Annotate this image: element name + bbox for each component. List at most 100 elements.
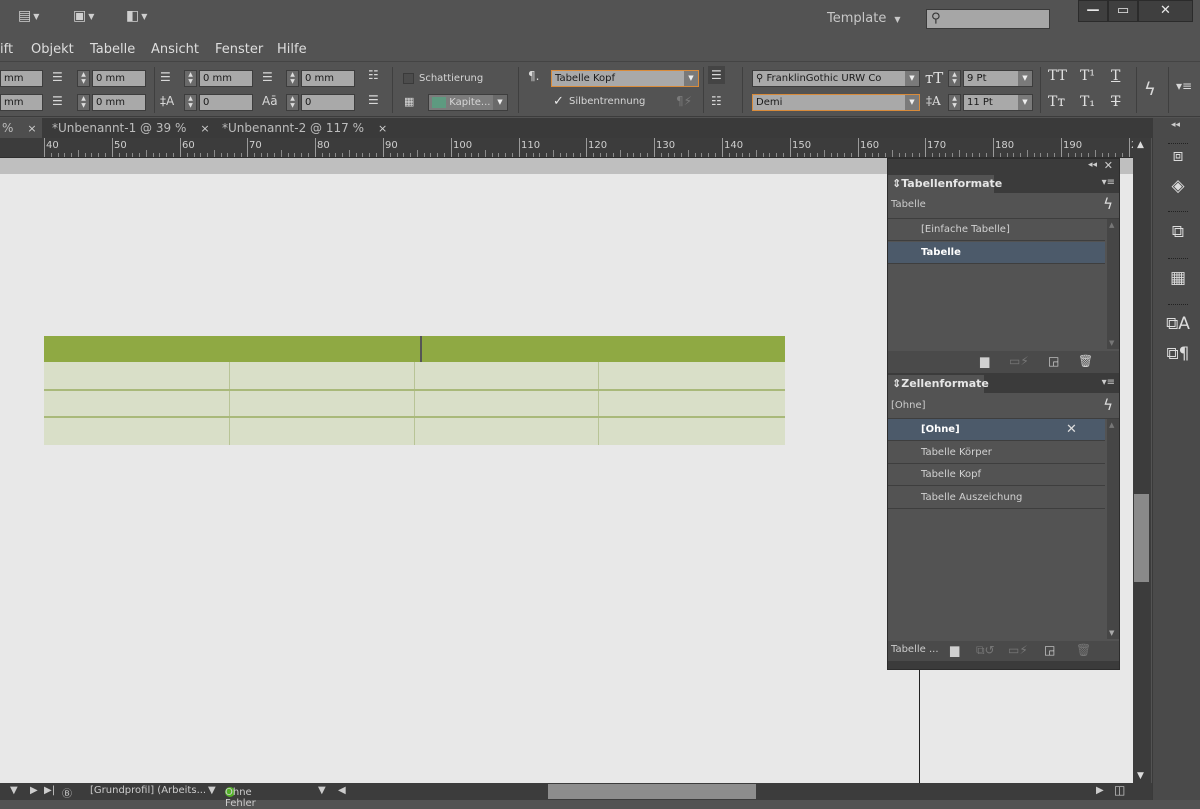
horizontal-ruler[interactable]: 40 50 60 70 80 90 100 110 120 130 140 150 160 170 180 1… <box>0 138 1136 158</box>
scroll-down-icon[interactable]: ▼ <box>1109 339 1114 347</box>
menu-fenster[interactable]: Fenster <box>215 42 263 57</box>
tab-current[interactable]: % × <box>0 118 42 138</box>
tab-unbenannt-2[interactable]: *Unbenannt-2 @ 117 % × <box>214 118 390 138</box>
underline-icon[interactable]: T <box>1111 68 1120 84</box>
panel-menu-icon[interactable]: ▾≡ <box>1176 79 1192 93</box>
space-before-field[interactable]: 0 mm <box>199 70 253 87</box>
dropcap-chars-field[interactable]: 0 <box>301 94 355 111</box>
tab-unbenannt-1[interactable]: *Unbenannt-1 @ 39 % × <box>44 118 212 138</box>
scroll-left-icon[interactable]: ◀ <box>338 785 346 796</box>
font-size-field[interactable]: 9 Pt ▼ <box>963 70 1033 87</box>
left-indent-field[interactable]: mm <box>0 70 43 87</box>
subscript-icon[interactable]: T₁ <box>1080 94 1095 110</box>
header-cell[interactable] <box>420 336 785 362</box>
space-before-stepper[interactable]: ▲ ▼ <box>184 70 197 87</box>
panel-menu-icon[interactable]: ▾≡ <box>1102 177 1115 188</box>
strikethrough-icon[interactable]: T <box>1111 94 1120 110</box>
first-line-indent-field[interactable]: mm <box>0 94 43 111</box>
workspace-switcher[interactable]: Template ▼ <box>827 11 900 26</box>
horizontal-scroll-thumb[interactable] <box>548 784 756 799</box>
tab-tabellenformate[interactable]: ⇕Tabellenformate <box>888 175 1002 193</box>
shading-checkbox[interactable] <box>403 73 414 84</box>
maximize-button[interactable]: ▭ <box>1108 0 1138 22</box>
cell-style-item[interactable]: Tabelle Kopf <box>888 464 1105 486</box>
cell-style-item[interactable]: Tabelle Auszeichung <box>888 487 1105 509</box>
trash-icon[interactable]: 🗑 <box>1076 643 1091 657</box>
table-style-item-selected[interactable]: Tabelle <box>888 242 1105 264</box>
dropcap-lines-field[interactable]: 0 <box>199 94 253 111</box>
dropcap-lines-stepper[interactable]: ▲ ▼ <box>184 94 197 111</box>
dock-grip[interactable] <box>1168 211 1188 214</box>
chevron-down-icon[interactable]: ▼ <box>318 785 326 796</box>
numbered-list-icon[interactable]: ☰ <box>368 93 379 107</box>
quick-apply-icon[interactable]: ϟ <box>1103 396 1113 414</box>
scroll-down-icon[interactable]: ▼ <box>1137 771 1144 781</box>
cell-style-item[interactable]: Tabelle Körper <box>888 442 1105 464</box>
vertical-scrollbar[interactable]: ▲ ▼ <box>1133 138 1151 783</box>
paragraph-styles-panel-icon[interactable]: ⧉¶ <box>1163 344 1193 364</box>
folder-icon[interactable]: ▆ <box>980 354 989 368</box>
help-search-input[interactable]: ⚲ <box>926 9 1050 29</box>
folder-icon[interactable]: ▆ <box>950 643 959 657</box>
body-column[interactable] <box>230 362 415 445</box>
resize-grip[interactable] <box>888 661 1119 669</box>
menu-ansicht[interactable]: Ansicht <box>151 42 199 57</box>
table-style-item[interactable]: [Einfache Tabelle] <box>888 219 1105 241</box>
panel-titlebar[interactable]: ◂◂ ✕ <box>888 159 1119 175</box>
body-column[interactable] <box>415 362 599 445</box>
panel-menu-icon[interactable]: ▾≡ <box>1102 377 1115 388</box>
trash-icon[interactable]: 🗑 <box>1078 354 1093 368</box>
new-style-icon[interactable]: ◲ <box>1044 643 1055 657</box>
font-size-stepper[interactable]: ▲ ▼ <box>948 70 961 87</box>
layers-panel-icon[interactable]: ◈ <box>1163 176 1193 196</box>
new-style-icon[interactable]: ◲ <box>1048 354 1059 368</box>
right-indent-stepper[interactable]: ▲ ▼ <box>77 70 90 87</box>
arrange-documents-icon[interactable]: ◧ ▼ <box>126 8 147 28</box>
scroll-up-icon[interactable]: ▲ <box>1109 421 1114 429</box>
redefine-style-icon[interactable]: ▭⚡ <box>1009 354 1029 368</box>
all-caps-icon[interactable]: TT <box>1048 68 1067 84</box>
tab-zellenformate[interactable]: ⇕Zellenformate <box>888 375 989 393</box>
minimize-button[interactable]: — <box>1078 0 1108 22</box>
font-family-dropdown[interactable]: ⚲ FranklinGothic URW Co ▼ <box>752 70 920 87</box>
dock-grip[interactable] <box>1168 304 1188 307</box>
leading-field[interactable]: 11 Pt ▼ <box>963 94 1033 111</box>
pages-panel-icon[interactable]: ⧈ <box>1163 146 1193 166</box>
scroll-down-icon[interactable]: ▼ <box>1109 629 1114 637</box>
hyphenation-checkbox[interactable]: ✓ <box>553 94 564 109</box>
dock-grip[interactable] <box>1168 258 1188 261</box>
body-column[interactable] <box>44 362 230 445</box>
quick-apply-icon[interactable]: ϟ <box>1103 195 1113 213</box>
menu-tabelle[interactable]: Tabelle <box>90 42 135 57</box>
scroll-up-icon[interactable]: ▲ <box>1109 221 1114 229</box>
header-cell[interactable] <box>44 336 420 362</box>
vertical-scroll-thumb[interactable] <box>1134 494 1149 582</box>
table-panel-icon[interactable]: ▦ <box>1163 268 1193 288</box>
small-caps-icon[interactable]: Tт <box>1048 94 1065 110</box>
close-button[interactable]: ✕ <box>1138 0 1193 22</box>
redefine-style-icon[interactable]: ▭⚡ <box>1008 643 1028 657</box>
menu-hilfe[interactable]: Hilfe <box>277 42 307 57</box>
document-table[interactable] <box>44 336 785 445</box>
expand-dock-icon[interactable]: ◂◂ <box>1171 120 1180 130</box>
body-column[interactable] <box>599 362 785 445</box>
clear-overrides-icon[interactable]: ¶⚡ <box>676 94 692 108</box>
bridge-view-icon[interactable]: ▤ ▼ <box>18 8 39 28</box>
space-after-field[interactable]: 0 mm <box>301 70 355 87</box>
leading-stepper[interactable]: ▲ ▼ <box>948 94 961 111</box>
paragraph-style-dropdown[interactable]: Tabelle Kopf ▼ <box>551 70 699 87</box>
quick-apply-icon[interactable]: ϟ <box>1144 79 1156 100</box>
menu-objekt[interactable]: Objekt <box>31 42 74 57</box>
collapse-icon[interactable]: ◂◂ <box>1088 160 1097 170</box>
space-after-stepper[interactable]: ▲ ▼ <box>286 70 299 87</box>
last-page-icon[interactable]: ▶| <box>44 785 55 796</box>
table-styles-scrollbar[interactable]: ▲ ▼ <box>1107 219 1119 349</box>
next-page-icon[interactable]: ▶ <box>30 785 38 796</box>
font-style-dropdown[interactable]: Demi ▼ <box>752 94 920 111</box>
character-styles-panel-icon[interactable]: ⧉A <box>1163 314 1193 334</box>
last-line-indent-field[interactable]: 0 mm <box>92 94 146 111</box>
close-icon[interactable]: × <box>200 122 209 135</box>
superscript-icon[interactable]: T¹ <box>1080 68 1095 84</box>
split-columns-icon[interactable]: ☷ <box>711 94 722 108</box>
page-menu-icon[interactable]: ▼ <box>10 785 18 796</box>
